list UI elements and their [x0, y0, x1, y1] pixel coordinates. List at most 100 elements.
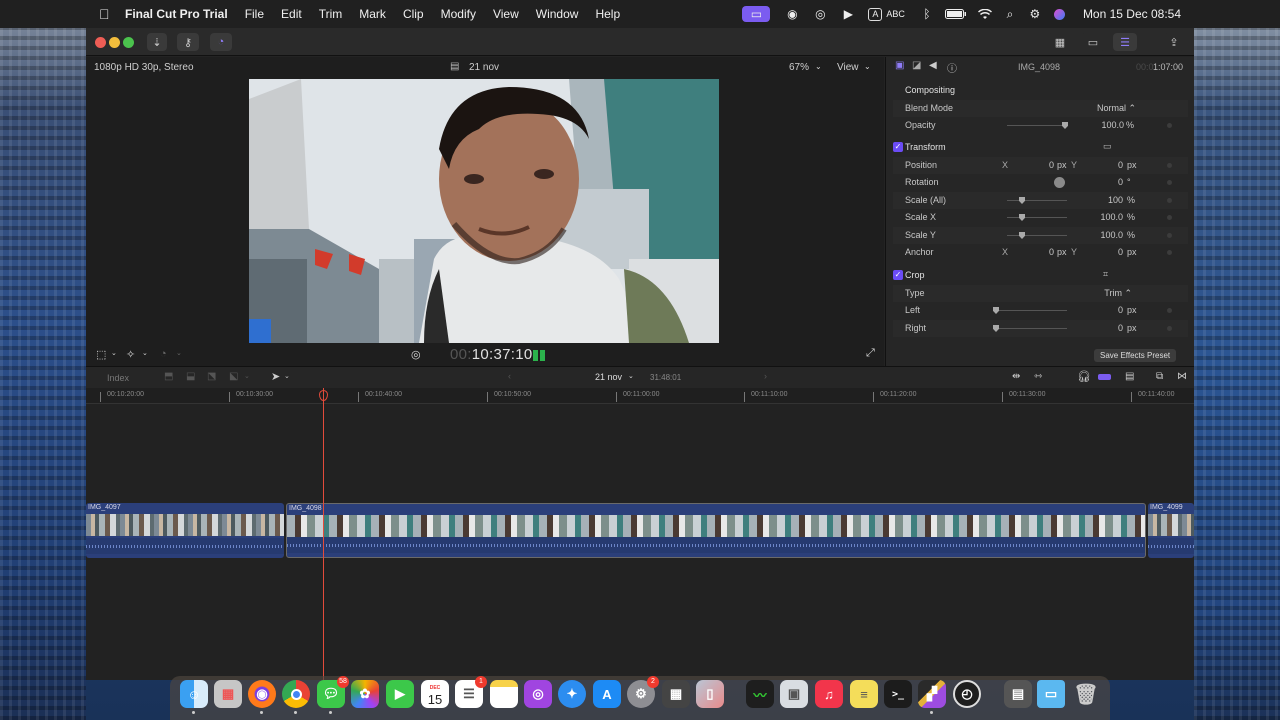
- transform-onscreen-icon[interactable]: ▭: [1103, 141, 1112, 152]
- timeline-ruler[interactable]: 00:10:20:00 00:10:30:00 00:10:40:00 00:1…: [86, 388, 1194, 404]
- viewer-zoom[interactable]: 67%: [789, 62, 809, 73]
- index-button[interactable]: Index: [99, 371, 137, 385]
- crop-left-value[interactable]: 0: [1093, 305, 1123, 315]
- opacity-keyframe-button[interactable]: [1167, 123, 1172, 128]
- background-tasks-icon[interactable]: ◔: [210, 33, 232, 51]
- inspector-toggle-icon[interactable]: ☰: [1113, 33, 1137, 51]
- menu-mark[interactable]: Mark: [359, 7, 386, 21]
- crop-right-value[interactable]: 0: [1093, 323, 1123, 333]
- clip-img-4099[interactable]: IMG_4099: [1148, 503, 1194, 558]
- scale-y-value[interactable]: 100.0: [1093, 230, 1123, 240]
- scale-y-keyframe-button[interactable]: [1167, 233, 1172, 238]
- facetime-icon[interactable]: ▶: [386, 680, 414, 708]
- view-chevron-icon[interactable]: ⌄: [864, 62, 871, 71]
- crop-right-slider[interactable]: [993, 325, 1067, 332]
- control-center-icon[interactable]: ⚙: [1027, 6, 1043, 22]
- crop-left-slider[interactable]: [993, 307, 1067, 314]
- zoom-chevron-icon[interactable]: ⌄: [815, 62, 822, 71]
- firefox-icon[interactable]: ◉: [248, 680, 276, 714]
- music-icon[interactable]: ♫: [815, 680, 843, 708]
- clip-img-4097[interactable]: IMG_4097: [86, 503, 284, 558]
- timeline-project-name[interactable]: 21 nov: [595, 372, 622, 382]
- menu-window[interactable]: Window: [536, 7, 579, 21]
- solo-icon[interactable]: [1098, 374, 1111, 380]
- menu-app-name[interactable]: Final Cut Pro Trial: [125, 7, 228, 21]
- compositing-header[interactable]: Compositing: [893, 82, 1188, 99]
- rotation-dial[interactable]: [1054, 177, 1065, 188]
- close-button[interactable]: [95, 37, 106, 48]
- rotation-value[interactable]: 0: [1093, 177, 1123, 187]
- battery-icon[interactable]: [944, 6, 967, 22]
- input-source-icon[interactable]: A: [868, 7, 883, 21]
- insert-clip-icon[interactable]: ⬓: [186, 371, 195, 382]
- enhance-tool-icon[interactable]: ✧: [126, 348, 135, 361]
- scale-all-slider-knob[interactable]: [1019, 197, 1025, 204]
- history-forward-icon[interactable]: ›: [764, 371, 767, 381]
- select-tool-icon[interactable]: ➤: [271, 370, 280, 383]
- playhead[interactable]: [319, 388, 328, 680]
- viewer-view-menu[interactable]: View: [837, 62, 859, 73]
- clip-img-4098[interactable]: IMG_4098: [286, 503, 1146, 558]
- blend-mode-value[interactable]: Normal ⌃: [1097, 103, 1136, 114]
- anchor-x-value[interactable]: 0: [1034, 247, 1054, 257]
- import-icon[interactable]: ⇣: [147, 33, 167, 51]
- calculator-icon[interactable]: ▦: [662, 680, 690, 708]
- screen-recorder-icon[interactable]: ◴: [953, 680, 981, 708]
- opacity-slider-knob[interactable]: [1062, 122, 1068, 129]
- enhance-chevron-icon[interactable]: ⌄: [142, 349, 148, 357]
- info-inspector-icon[interactable]: ⓘ: [947, 60, 957, 75]
- transitions-browser-icon[interactable]: ⋈: [1177, 371, 1187, 382]
- zoom-to-fit-icon[interactable]: ⇹: [1012, 371, 1020, 382]
- menu-clip[interactable]: Clip: [403, 7, 424, 21]
- transform-tool-icon[interactable]: ⬚: [96, 348, 106, 361]
- stickies-icon[interactable]: ≡: [850, 680, 878, 708]
- position-y-value[interactable]: 0: [1093, 160, 1123, 170]
- apple-menu-icon[interactable]: : [99, 7, 113, 21]
- color-inspector-icon[interactable]: ◪: [912, 60, 921, 71]
- overwrite-clip-icon[interactable]: ⬕: [229, 371, 238, 382]
- podcasts-icon[interactable]: ◎: [524, 680, 552, 708]
- safari-icon[interactable]: ✦: [558, 680, 586, 708]
- opacity-slider[interactable]: [1007, 122, 1068, 129]
- wifi-icon[interactable]: [977, 6, 993, 22]
- video-frame[interactable]: [249, 79, 719, 343]
- spotlight-search-icon[interactable]: ⌕: [1002, 6, 1018, 22]
- preview-icon[interactable]: ▣: [780, 680, 808, 708]
- edit-chevron-icon[interactable]: ⌄: [244, 372, 250, 380]
- messages-icon[interactable]: 💬︎ 58: [317, 676, 349, 714]
- position-keyframe-button[interactable]: [1167, 163, 1172, 168]
- crop-right-keyframe-button[interactable]: [1167, 326, 1172, 331]
- scale-x-keyframe-button[interactable]: [1167, 215, 1172, 220]
- effects-browser-icon[interactable]: ⧉: [1156, 371, 1163, 382]
- scale-y-slider-knob[interactable]: [1019, 232, 1025, 239]
- minimize-button[interactable]: [109, 37, 120, 48]
- scale-all-keyframe-button[interactable]: [1167, 198, 1172, 203]
- final-cut-pro-icon[interactable]: ▞: [918, 680, 946, 714]
- transform-header[interactable]: ✓ Transform ▭: [893, 139, 1188, 156]
- play-icon[interactable]: ▶: [840, 6, 856, 22]
- calendar-icon[interactable]: DEC 15: [421, 680, 449, 708]
- screen-share-icon[interactable]: ▭: [742, 6, 771, 22]
- iphone-mirroring-icon[interactable]: ▯: [696, 680, 724, 708]
- scale-y-slider[interactable]: [1007, 232, 1067, 239]
- crop-left-slider-knob[interactable]: [993, 307, 999, 314]
- menu-view[interactable]: View: [493, 7, 519, 21]
- position-x-value[interactable]: 0: [1034, 160, 1054, 170]
- menu-edit[interactable]: Edit: [281, 7, 302, 21]
- crop-right-slider-knob[interactable]: [993, 325, 999, 332]
- speed-tool-icon[interactable]: ◔: [160, 348, 167, 360]
- timeline[interactable]: 00:10:20:00 00:10:30:00 00:10:40:00 00:1…: [86, 388, 1194, 680]
- skimming-icon[interactable]: ⇿: [1034, 371, 1042, 382]
- notes-icon[interactable]: [490, 680, 518, 708]
- launchpad-icon[interactable]: ▦: [214, 680, 242, 708]
- connect-clip-icon[interactable]: ⬒: [164, 371, 173, 382]
- zoom-button[interactable]: [123, 37, 134, 48]
- project-chevron-icon[interactable]: ⌄: [628, 372, 634, 380]
- activity-monitor-icon[interactable]: 〰: [746, 680, 774, 708]
- compressor-icon[interactable]: ▤: [1004, 680, 1032, 708]
- downloads-folder-icon[interactable]: ▭: [1037, 680, 1065, 708]
- timeline-toggle-icon[interactable]: ▭: [1081, 33, 1105, 51]
- opacity-value[interactable]: 100.0: [1101, 120, 1124, 130]
- menu-help[interactable]: Help: [595, 7, 620, 21]
- keyword-icon[interactable]: ⚷: [177, 33, 199, 51]
